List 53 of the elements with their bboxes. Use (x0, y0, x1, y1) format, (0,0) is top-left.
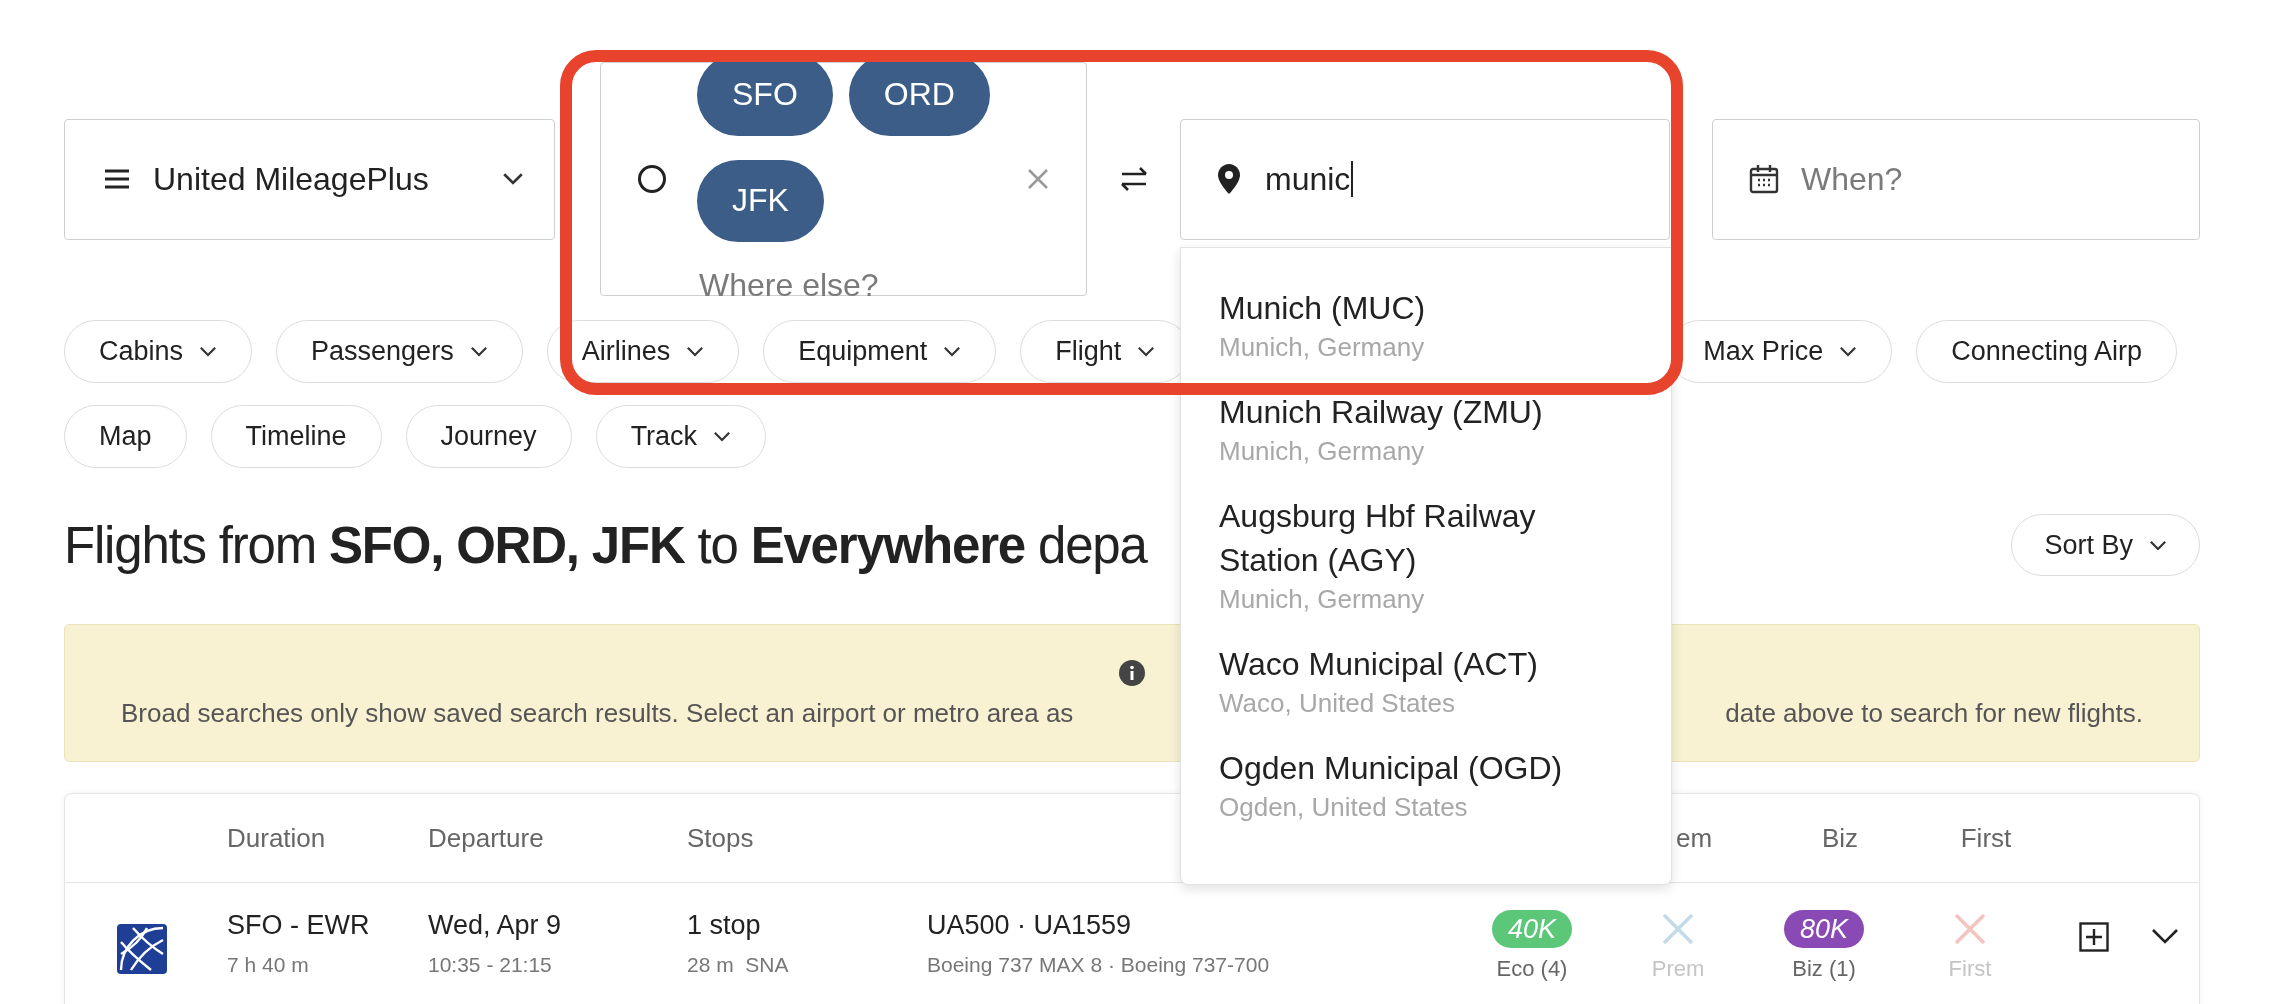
cabin-label: Prem (1651, 956, 1705, 982)
suggestion-item[interactable]: Munich (MUC) Munich, Germany (1181, 286, 1671, 364)
caret-icon (2149, 539, 2167, 551)
airline-logo (117, 924, 167, 974)
add-icon[interactable] (2079, 922, 2109, 952)
cell-subtext: Boeing 737 MAX 8 · Boeing 737-700 (927, 953, 1271, 977)
column-header: Biz (1821, 822, 1859, 854)
filter-chip[interactable]: Connecting Airp (1916, 320, 2177, 383)
filter-chip[interactable]: Map (64, 405, 187, 468)
column-header: Departure (428, 822, 545, 854)
column-header: Duration (227, 822, 327, 854)
column-header: em (1675, 822, 1713, 854)
cell-subtext: 28 m SNA (687, 953, 790, 977)
calendar-icon (1749, 164, 1779, 194)
sort-button[interactable]: Sort By (2011, 514, 2200, 576)
suggestion-item[interactable]: Waco Municipal (ACT) Waco, United States (1181, 642, 1671, 720)
column-header: First (1960, 822, 2012, 854)
filter-chip[interactable]: Equipment (763, 320, 997, 383)
cabin-label: First (1948, 956, 1992, 982)
filter-chip[interactable]: Passengers (276, 320, 523, 383)
filter-chip[interactable]: Track (595, 405, 767, 468)
filter-chip[interactable]: Timeline (210, 405, 382, 468)
results-heading: Flights from SFO, ORD, JFK to Everywhere depa (64, 515, 1147, 575)
notice-text: date above to search for new flights. (1725, 698, 2143, 729)
program-dropdown[interactable]: United MileagePlus (64, 118, 555, 240)
cell-text: UA500 · UA1559 (927, 910, 1133, 941)
suggestion-item[interactable]: Augsburg Hbf Railway Station (AGY) Munich, Germany (1181, 494, 1671, 616)
suggestion-item[interactable]: Ogden Municipal (OGD) Ogden, United States (1181, 746, 1671, 824)
points-badge[interactable]: 80K (1783, 910, 1864, 948)
cell-subtext: 7 h 40 m (227, 953, 310, 977)
location-pin-icon (1217, 163, 1241, 195)
filter-chip[interactable]: Airlines (546, 320, 740, 383)
notice-text: Broad searches only show saved search results. Select an airport or metro area as (121, 698, 1074, 729)
info-icon (1119, 660, 1145, 686)
close-icon[interactable] (1026, 167, 1050, 191)
suggestion-item[interactable]: Munich Railway (ZMU) Munich, Germany (1181, 390, 1671, 468)
cell-subtext: 10:35 - 21:15 (428, 953, 553, 977)
menu-icon (103, 168, 131, 190)
filter-chip[interactable]: Cabins (64, 320, 253, 383)
cell-text: SFO - EWR (227, 910, 371, 941)
date-field[interactable]: When? (1712, 118, 2200, 240)
filter-chip[interactable]: Journey (405, 405, 572, 468)
expand-icon[interactable] (2151, 928, 2179, 946)
swap-icon[interactable] (1118, 166, 1149, 192)
cell-text: 1 stop (687, 910, 762, 941)
column-header: Stops (687, 822, 755, 854)
destination-field[interactable]: munic (1180, 118, 1670, 240)
cabin-label: Eco (4) (1496, 956, 1568, 982)
cabin-label: Biz (1) (1792, 956, 1856, 982)
cell-text: Wed, Apr 9 (428, 910, 563, 941)
airport-chip[interactable]: JFK (697, 159, 824, 242)
caret-icon (502, 172, 524, 186)
circle-icon (637, 164, 667, 194)
